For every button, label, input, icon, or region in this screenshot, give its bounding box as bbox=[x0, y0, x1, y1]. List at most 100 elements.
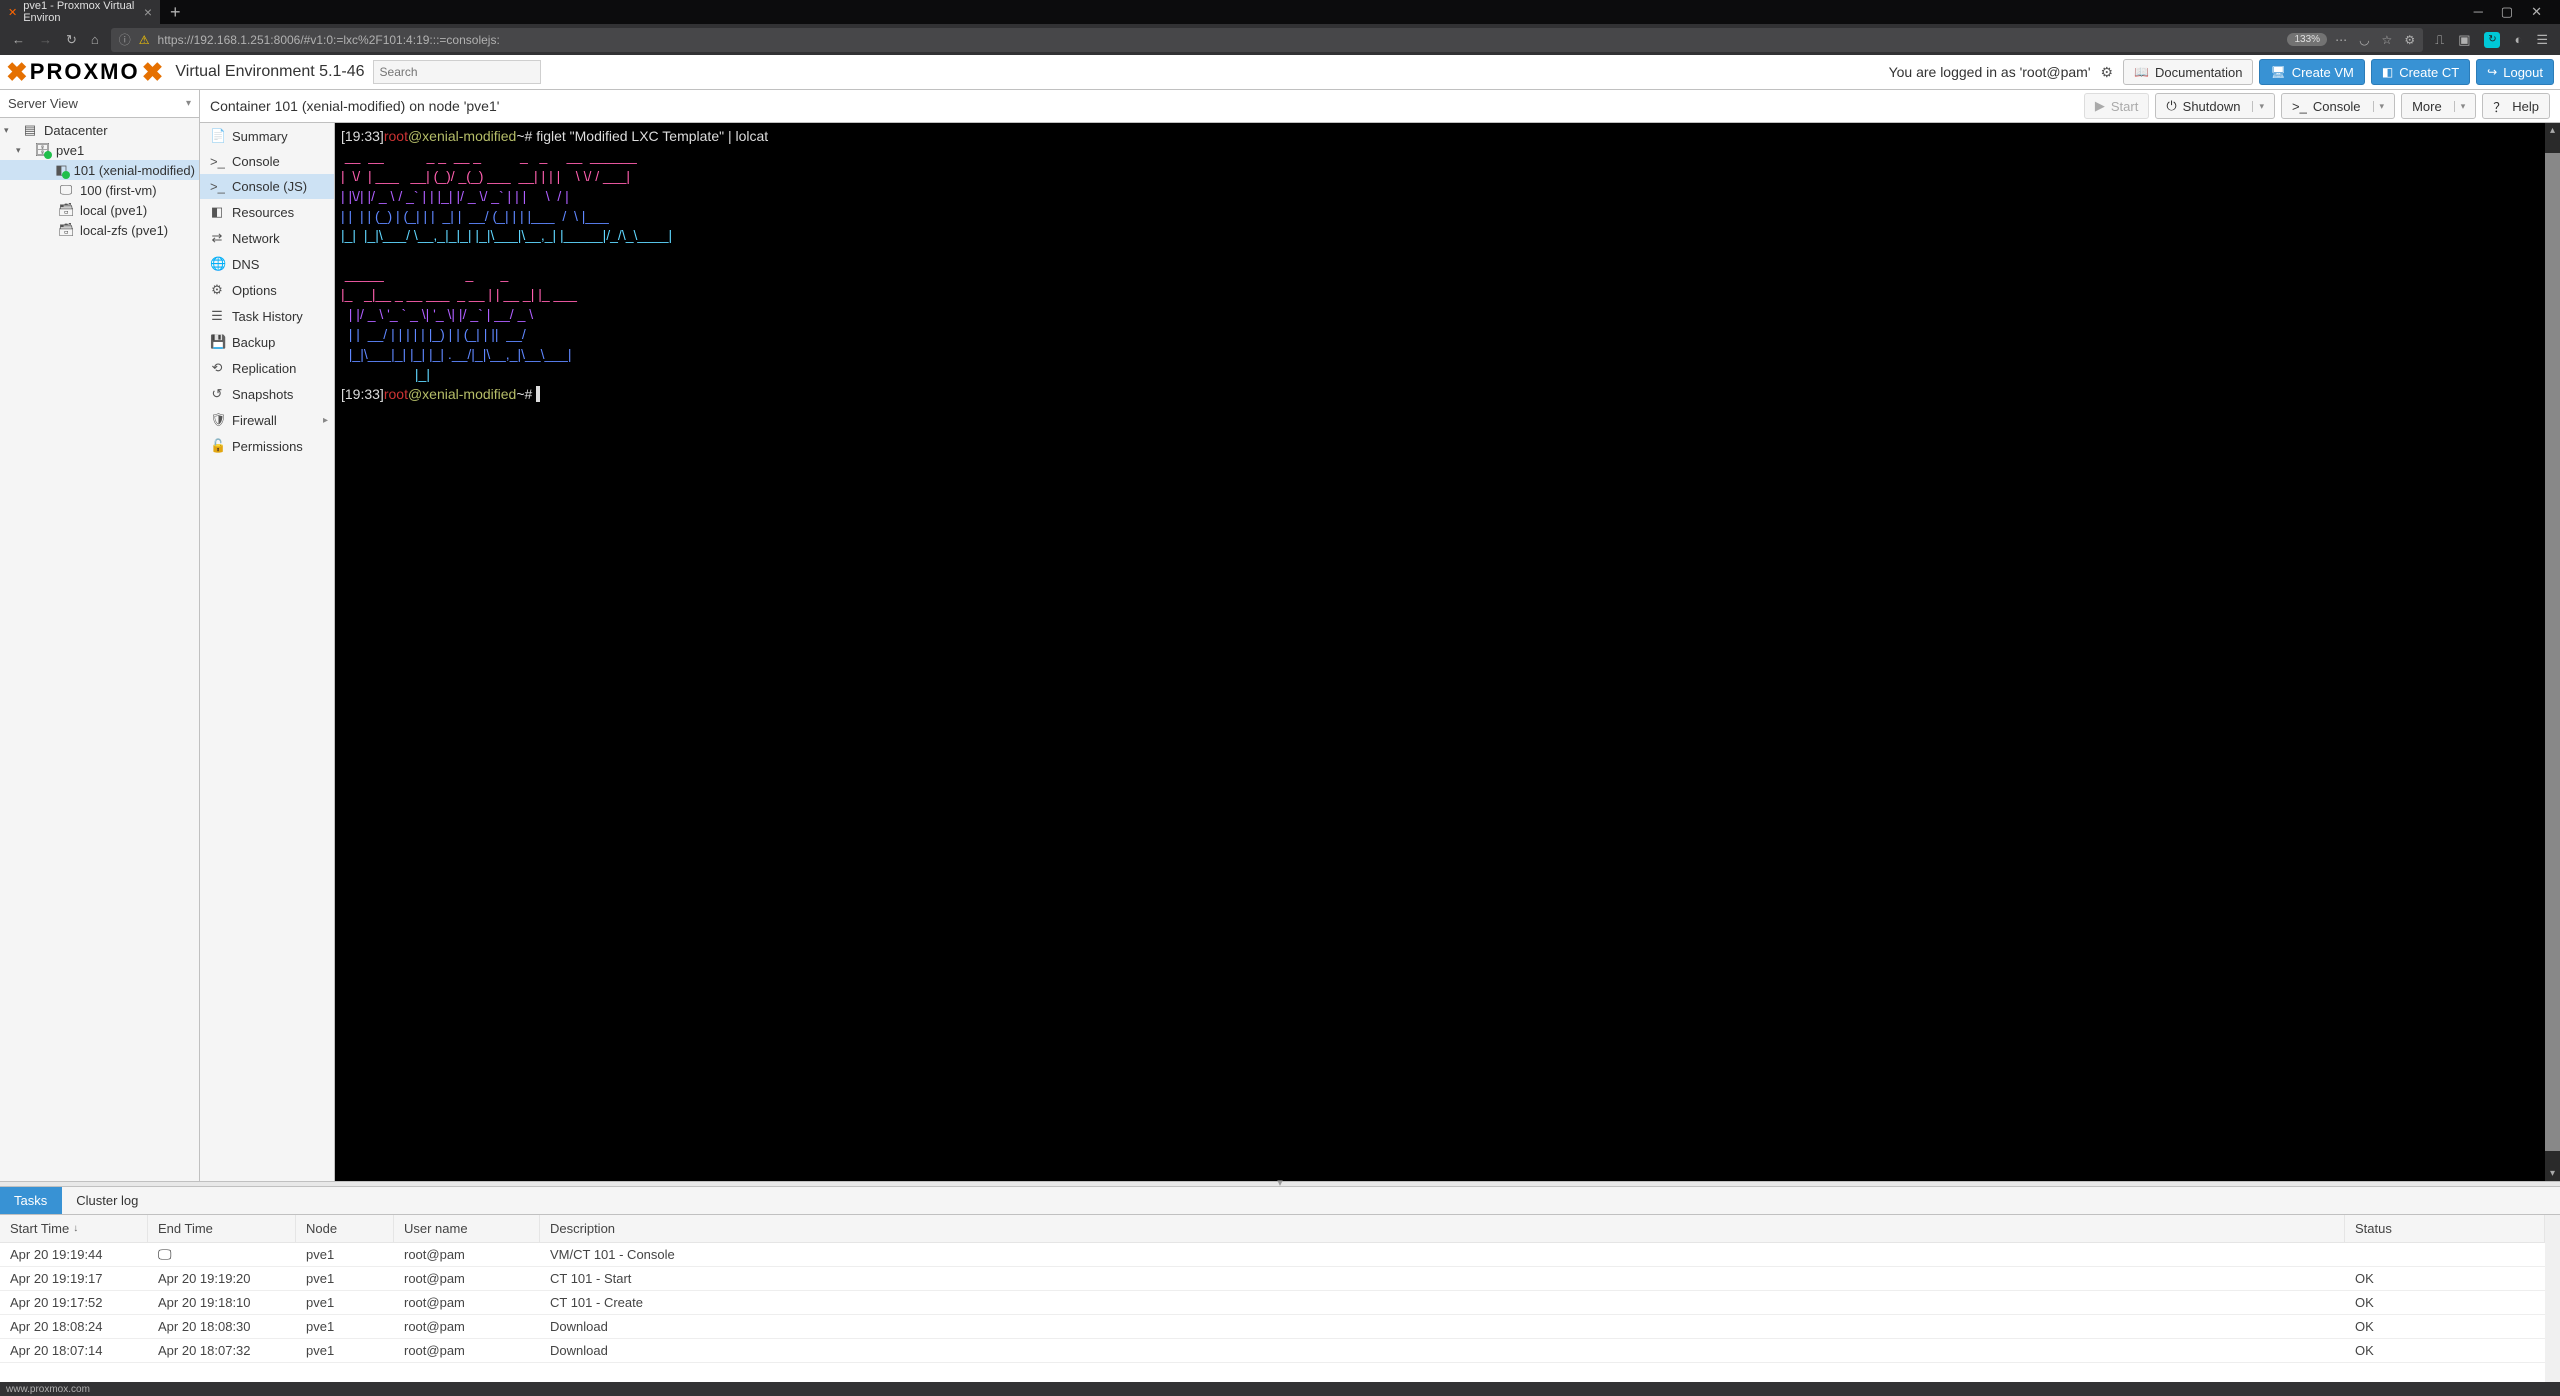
expander-icon[interactable]: ▾ bbox=[16, 145, 28, 156]
url-bar[interactable]: ⓘ ⚠ https://192.168.1.251:8006/#v1:0:=lx… bbox=[111, 28, 2423, 52]
lock-icon: 🔓 bbox=[210, 438, 224, 454]
shield-icon[interactable]: ◐ bbox=[2514, 32, 2522, 47]
maximize-icon[interactable]: ▢ bbox=[2501, 4, 2513, 20]
summary-icon: 📄 bbox=[210, 128, 224, 144]
more-icon[interactable]: ⋯ bbox=[2335, 33, 2347, 47]
grid-scrollbar[interactable] bbox=[2545, 1215, 2560, 1382]
col-node[interactable]: Node bbox=[296, 1215, 394, 1242]
menu-icon[interactable]: ☰ bbox=[2536, 32, 2548, 48]
zoom-badge[interactable]: 133% bbox=[2287, 33, 2327, 46]
console-button[interactable]: >_Console▾ bbox=[2281, 93, 2395, 119]
subtab-consolejs[interactable]: >_Console (JS) bbox=[200, 174, 334, 199]
sync-icon: ⟲ bbox=[210, 360, 224, 376]
home-icon[interactable]: ⌂ bbox=[91, 32, 99, 48]
col-description[interactable]: Description bbox=[540, 1215, 2345, 1242]
terminal[interactable]: [19:33]root@xenial-modified~# figlet "Mo… bbox=[335, 123, 2545, 1181]
tab-strip: ✕ pve1 - Proxmox Virtual Environ × + ─ ▢… bbox=[0, 0, 2560, 24]
log-tab-clusterlog[interactable]: Cluster log bbox=[62, 1187, 153, 1214]
sync-icon[interactable]: ↻ bbox=[2484, 32, 2500, 48]
subtab-network[interactable]: ⇄Network bbox=[200, 225, 334, 251]
subtab-backup[interactable]: 💾Backup bbox=[200, 329, 334, 355]
library-icon[interactable]: ⎍ bbox=[2435, 32, 2444, 48]
tree-vm-100[interactable]: 🖵 100 (first-vm) bbox=[0, 180, 199, 200]
subtab-firewall[interactable]: 🛡Firewall▸ bbox=[200, 407, 334, 433]
subtab-snapshots[interactable]: ↺Snapshots bbox=[200, 381, 334, 407]
reload-icon[interactable]: ↻ bbox=[66, 32, 77, 48]
nav-view-label: Server View bbox=[8, 96, 78, 111]
more-button[interactable]: More▾ bbox=[2401, 93, 2476, 119]
table-row[interactable]: Apr 20 19:19:17Apr 20 19:19:20pve1root@p… bbox=[0, 1267, 2545, 1291]
table-row[interactable]: Apr 20 18:08:24Apr 20 18:08:30pve1root@p… bbox=[0, 1315, 2545, 1339]
site-info-icon[interactable]: ⓘ bbox=[119, 31, 131, 48]
reader-icon[interactable]: ◡ bbox=[2359, 33, 2369, 47]
minimize-icon[interactable]: ─ bbox=[2474, 4, 2483, 20]
logo-x2-icon: ✖ bbox=[142, 57, 164, 88]
status-url: www.proxmox.com bbox=[6, 1384, 90, 1395]
create-ct-button[interactable]: ◧Create CT bbox=[2371, 59, 2470, 85]
chevron-down-icon[interactable]: ▾ bbox=[2252, 101, 2264, 112]
help-button[interactable]: ？Help bbox=[2482, 93, 2550, 119]
grid-header: Start Time↓ End Time Node User name Desc… bbox=[0, 1215, 2545, 1243]
user-settings-icon[interactable]: ⚙ bbox=[2097, 64, 2118, 81]
browser-chrome: ✕ pve1 - Proxmox Virtual Environ × + ─ ▢… bbox=[0, 0, 2560, 55]
tab-title: pve1 - Proxmox Virtual Environ bbox=[23, 0, 138, 24]
forward-icon[interactable]: → bbox=[39, 32, 52, 48]
subtab-permissions[interactable]: 🔓Permissions bbox=[200, 433, 334, 459]
content-panel: Container 101 (xenial-modified) on node … bbox=[200, 90, 2560, 1181]
chevron-down-icon[interactable]: ▾ bbox=[2454, 101, 2466, 112]
history-icon: ↺ bbox=[210, 386, 224, 402]
book-icon: 📖 bbox=[2134, 65, 2149, 79]
documentation-button[interactable]: 📖Documentation bbox=[2123, 59, 2253, 85]
tree-datacenter[interactable]: ▾ ▤ Datacenter bbox=[0, 120, 199, 140]
cursor bbox=[536, 386, 540, 402]
tree-node[interactable]: ▾ 🗄 pve1 bbox=[0, 140, 199, 160]
tree-storage-local[interactable]: 🗃 local (pve1) bbox=[0, 200, 199, 220]
tree-storage-localzfs[interactable]: 🗃 local-zfs (pve1) bbox=[0, 220, 199, 240]
search-input[interactable] bbox=[373, 60, 541, 84]
chevron-down-icon[interactable]: ▾ bbox=[2373, 101, 2385, 112]
subtab-dns[interactable]: 🌐DNS bbox=[200, 251, 334, 277]
container-icon: ◧ bbox=[55, 162, 67, 178]
shutdown-button[interactable]: ⏻Shutdown▾ bbox=[2155, 93, 2275, 119]
log-splitter[interactable]: ▾ bbox=[0, 1181, 2560, 1187]
chevron-down-icon: ▾ bbox=[1277, 1181, 1283, 1185]
terminal-scrollbar[interactable]: ▴ ▾ bbox=[2545, 123, 2560, 1181]
toolbar: ← → ↻ ⌂ ⓘ ⚠ https://192.168.1.251:8006/#… bbox=[0, 24, 2560, 55]
page-action-icon[interactable]: ⚙ bbox=[2404, 33, 2415, 47]
subtab-resources[interactable]: ◧Resources bbox=[200, 199, 334, 225]
subtab-taskhistory[interactable]: ☰Task History bbox=[200, 303, 334, 329]
col-end-time[interactable]: End Time bbox=[148, 1215, 296, 1242]
subtab-summary[interactable]: 📄Summary bbox=[200, 123, 334, 149]
log-tab-tasks[interactable]: Tasks bbox=[0, 1187, 62, 1214]
tab-close-icon[interactable]: × bbox=[144, 4, 152, 20]
nav-view-selector[interactable]: Server View ▾ bbox=[0, 90, 199, 118]
scroll-thumb[interactable] bbox=[2545, 153, 2560, 1151]
col-user[interactable]: User name bbox=[394, 1215, 540, 1242]
subtab-console[interactable]: >_Console bbox=[200, 149, 334, 174]
sidebar-icon[interactable]: ▣ bbox=[2458, 32, 2470, 48]
back-icon[interactable]: ← bbox=[12, 32, 25, 48]
close-window-icon[interactable]: ✕ bbox=[2531, 4, 2542, 20]
spinner-icon: 🖵 bbox=[158, 1246, 172, 1263]
sort-desc-icon: ↓ bbox=[73, 1223, 78, 1234]
col-status[interactable]: Status bbox=[2345, 1215, 2545, 1242]
subtab-replication[interactable]: ⟲Replication bbox=[200, 355, 334, 381]
col-start-time[interactable]: Start Time↓ bbox=[0, 1215, 148, 1242]
logo-x-icon: ✖ bbox=[6, 57, 28, 88]
terminal-icon: >_ bbox=[210, 154, 224, 169]
start-button[interactable]: ▶Start bbox=[2084, 93, 2149, 119]
subtab-options[interactable]: ⚙Options bbox=[200, 277, 334, 303]
browser-tab[interactable]: ✕ pve1 - Proxmox Virtual Environ × bbox=[0, 0, 160, 24]
table-row[interactable]: Apr 20 19:17:52Apr 20 19:18:10pve1root@p… bbox=[0, 1291, 2545, 1315]
create-vm-button[interactable]: 🖥Create VM bbox=[2259, 59, 2364, 85]
logout-button[interactable]: ↪Logout bbox=[2476, 59, 2554, 85]
bookmark-icon[interactable]: ☆ bbox=[2382, 33, 2393, 47]
scroll-up-icon[interactable]: ▴ bbox=[2545, 123, 2560, 138]
scroll-down-icon[interactable]: ▾ bbox=[2545, 1166, 2560, 1181]
new-tab-button[interactable]: + bbox=[160, 2, 191, 23]
expander-icon[interactable]: ▾ bbox=[4, 125, 16, 136]
logo-text: PROXMO bbox=[30, 59, 140, 85]
table-row[interactable]: Apr 20 18:07:14Apr 20 18:07:32pve1root@p… bbox=[0, 1339, 2545, 1363]
tree-ct-101[interactable]: ◧ 101 (xenial-modified) bbox=[0, 160, 199, 180]
table-row[interactable]: Apr 20 19:19:44🖵pve1root@pamVM/CT 101 - … bbox=[0, 1243, 2545, 1267]
